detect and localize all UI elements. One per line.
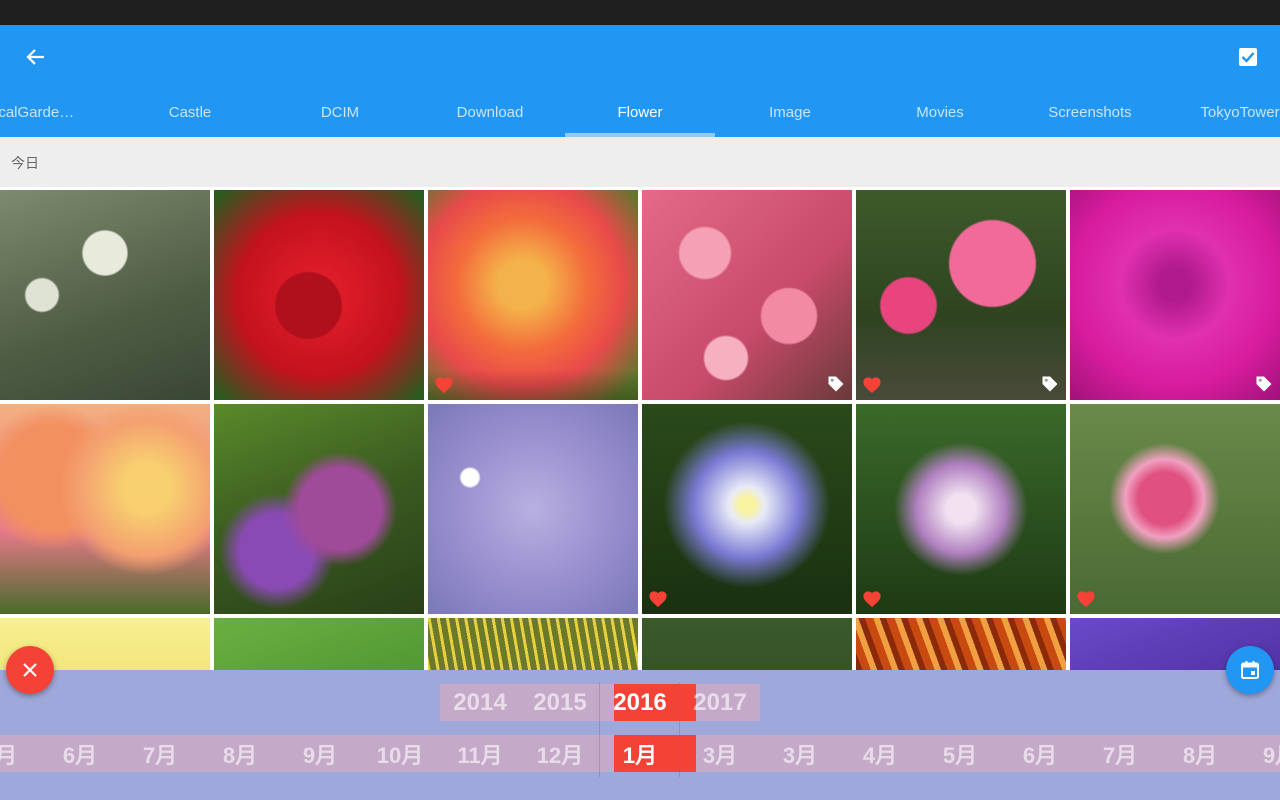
- month-item[interactable]: 5月: [0, 735, 40, 772]
- calendar-icon: [1241, 661, 1259, 679]
- year-item-selected[interactable]: 2016: [600, 684, 680, 721]
- photo-grid: [0, 190, 1280, 670]
- year-item[interactable]: 2014: [440, 684, 520, 721]
- month-item[interactable]: 9月: [280, 735, 360, 772]
- check-box-icon: [1239, 48, 1257, 66]
- tab-download[interactable]: Download: [415, 88, 565, 137]
- favorite-icon[interactable]: [862, 376, 882, 394]
- month-item[interactable]: 4月: [840, 735, 920, 772]
- photo-thumbnail[interactable]: [1070, 404, 1280, 614]
- favorite-icon[interactable]: [648, 590, 668, 608]
- date-timeline-scroller[interactable]: 2014 2015 2016 2017 5月 6月 7月 8月 9月 10月 1…: [0, 670, 1280, 800]
- tag-icon[interactable]: [826, 374, 846, 394]
- status-bar: [0, 0, 1280, 25]
- month-item[interactable]: 3月: [760, 735, 840, 772]
- photo-thumbnail[interactable]: [0, 190, 210, 400]
- month-item[interactable]: 8月: [200, 735, 280, 772]
- month-item[interactable]: 7月: [1080, 735, 1160, 772]
- back-button[interactable]: [14, 45, 58, 69]
- year-item[interactable]: 2017: [680, 684, 760, 721]
- tab-image[interactable]: Image: [715, 88, 865, 137]
- photo-thumbnail[interactable]: [214, 190, 424, 400]
- favorite-icon[interactable]: [1076, 590, 1096, 608]
- month-item[interactable]: 11月: [440, 735, 520, 772]
- photo-thumbnail[interactable]: [214, 618, 424, 670]
- photo-thumbnail[interactable]: [428, 404, 638, 614]
- month-item[interactable]: 10月: [360, 735, 440, 772]
- folder-tabs: BotanicalGarde… Castle DCIM Download Flo…: [0, 88, 1280, 137]
- photo-thumbnail[interactable]: [642, 190, 852, 400]
- select-all-button[interactable]: [1236, 45, 1260, 69]
- photo-thumbnail[interactable]: [428, 190, 638, 400]
- close-icon: [23, 663, 37, 677]
- tag-icon[interactable]: [1254, 374, 1274, 394]
- favorite-icon[interactable]: [862, 590, 882, 608]
- tab-flower[interactable]: Flower: [565, 88, 715, 137]
- month-item[interactable]: 6月: [40, 735, 120, 772]
- timeline-divider: [599, 682, 600, 777]
- year-item[interactable]: 2015: [520, 684, 600, 721]
- date-section-header: 今日: [0, 137, 1280, 187]
- photo-thumbnail[interactable]: [1070, 190, 1280, 400]
- photo-thumbnail[interactable]: [214, 404, 424, 614]
- calendar-button[interactable]: [1226, 646, 1274, 694]
- tab-dcim[interactable]: DCIM: [265, 88, 415, 137]
- tab-castle[interactable]: Castle: [115, 88, 265, 137]
- month-item[interactable]: 3月: [680, 735, 760, 772]
- tab-screenshots[interactable]: Screenshots: [1015, 88, 1165, 137]
- photo-thumbnail[interactable]: [428, 618, 638, 670]
- photo-thumbnail[interactable]: [856, 190, 1066, 400]
- photo-thumbnail[interactable]: [856, 404, 1066, 614]
- tab-movies[interactable]: Movies: [865, 88, 1015, 137]
- month-item[interactable]: 9月: [1240, 735, 1280, 772]
- photo-thumbnail[interactable]: [856, 618, 1066, 670]
- month-item[interactable]: 5月: [920, 735, 1000, 772]
- month-item[interactable]: 7月: [120, 735, 200, 772]
- favorite-icon[interactable]: [434, 376, 454, 394]
- app-bar: BotanicalGarde… Castle DCIM Download Flo…: [0, 25, 1280, 137]
- photo-thumbnail[interactable]: [642, 404, 852, 614]
- timeline-divider: [679, 682, 680, 777]
- month-item[interactable]: 12月: [520, 735, 600, 772]
- section-date-label: 今日: [11, 155, 39, 171]
- month-item[interactable]: 8月: [1160, 735, 1240, 772]
- month-item[interactable]: 6月: [1000, 735, 1080, 772]
- tag-icon[interactable]: [1040, 374, 1060, 394]
- tab-tokyotower[interactable]: TokyoTower: [1165, 88, 1280, 137]
- month-item-selected[interactable]: 1月: [600, 735, 680, 772]
- arrow-back-icon: [26, 49, 44, 65]
- photo-thumbnail[interactable]: [642, 618, 852, 670]
- tab-botanicalgarden[interactable]: BotanicalGarde…: [0, 88, 90, 137]
- close-selection-button[interactable]: [6, 646, 54, 694]
- photo-thumbnail[interactable]: [0, 404, 210, 614]
